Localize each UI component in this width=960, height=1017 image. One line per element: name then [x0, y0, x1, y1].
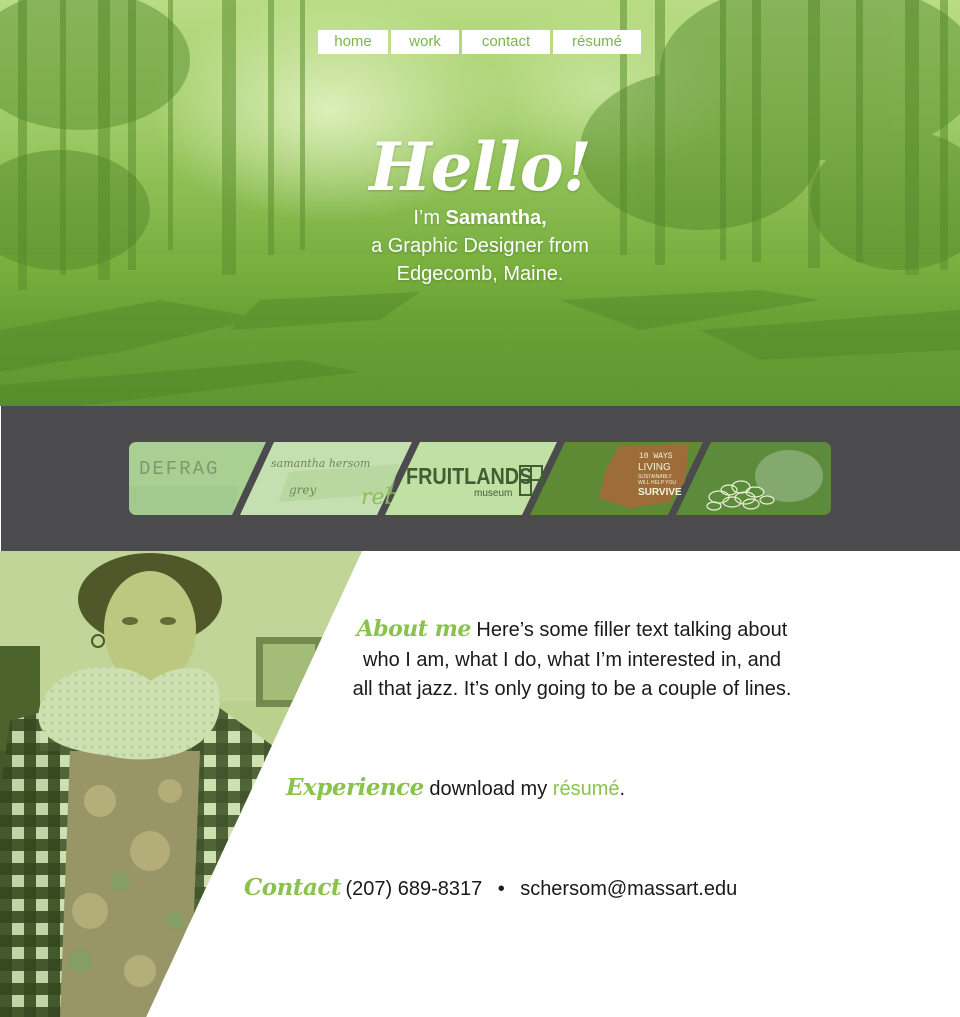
fruitlands-sublabel: museum — [474, 488, 512, 499]
nav-work-link[interactable]: work — [391, 30, 459, 54]
contact-separator: • — [497, 878, 505, 900]
about-text-2: who I am, what I do, what I’m interested… — [363, 649, 781, 671]
hero-intro: I’m Samantha, a Graphic Designer from Ed… — [0, 204, 960, 288]
hero-intro-line-3: Edgecomb, Maine. — [396, 263, 564, 285]
intro-prefix: I’m — [413, 207, 446, 229]
about-text-3: all that jazz. It’s only going to be a c… — [352, 678, 792, 700]
typography-label: samantha hersom — [271, 457, 370, 470]
strip-left-edge — [0, 406, 1, 551]
poster-line-4: WILL HELP YOU — [638, 480, 676, 486]
about-me-heading: About me — [356, 616, 472, 642]
about-text-1: Here’s some filler text talking about — [470, 619, 788, 641]
nav-home-link[interactable]: home — [318, 30, 388, 54]
nav-resume-link[interactable]: résumé — [553, 30, 641, 54]
fruitlands-label: FRUITLANDS — [406, 464, 532, 490]
portfolio-thumbnails: DEFRAG samantha hersom reb grey FRUITLAN… — [129, 442, 831, 515]
main-nav: home work contact résumé — [318, 30, 641, 54]
experience-block: Experience download my résumé. — [286, 773, 625, 806]
rubber-bands-photo-thumbnail[interactable] — [676, 442, 831, 515]
email-link[interactable]: schersom@massart.edu — [520, 878, 737, 900]
phone-number[interactable]: (207) 689-8317 — [345, 878, 482, 900]
hero-intro-line-1: I’m Samantha, — [0, 204, 960, 232]
experience-heading: Experience — [286, 774, 424, 801]
fruitlands-thumbnail[interactable]: FRUITLANDS museum — [385, 442, 557, 515]
sustainability-poster-thumbnail[interactable]: 10 WAYS LIVING SUSTAINABLY WILL HELP YOU… — [530, 442, 703, 515]
about-line-1: About me Here’s some filler text talking… — [330, 615, 814, 646]
typography-script-glyph: grey — [289, 483, 317, 497]
hero-section: home work contact résumé Hello! I’m Sama… — [0, 0, 960, 406]
resume-download-link[interactable]: résumé — [553, 778, 620, 800]
experience-text: download my — [423, 778, 553, 800]
contact-heading: Contact — [244, 874, 342, 901]
poster-line-5: SURVIVE — [638, 487, 682, 498]
about-section: About me Here’s some filler text talking… — [0, 551, 960, 1017]
experience-period: . — [619, 778, 626, 800]
poster-line-2: LIVING — [638, 462, 671, 473]
nav-contact-link[interactable]: contact — [462, 30, 550, 54]
about-me-block: About me Here’s some filler text talking… — [330, 615, 814, 704]
portfolio-strip: DEFRAG samantha hersom reb grey FRUITLAN… — [0, 406, 960, 551]
defrag-label: DEFRAG — [139, 458, 219, 480]
designer-name: Samantha, — [445, 207, 547, 229]
typography-thumbnail[interactable]: samantha hersom reb grey — [240, 442, 412, 515]
poster-line-1: 10 WAYS — [639, 452, 673, 461]
contact-block: Contact (207) 689-8317 • schersom@massar… — [244, 873, 737, 906]
hero-greeting: Hello! — [369, 128, 592, 206]
hero-intro-line-2: a Graphic Designer from — [371, 235, 589, 257]
